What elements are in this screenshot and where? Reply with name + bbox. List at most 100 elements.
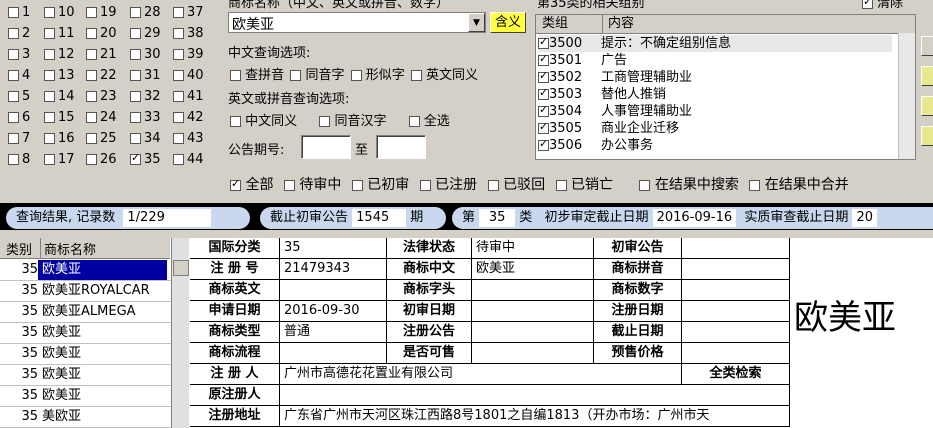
class-checkbox[interactable] bbox=[44, 28, 55, 39]
filter-status-checkbox[interactable] bbox=[351, 179, 363, 191]
class-checkbox-item[interactable]: 24 bbox=[86, 109, 117, 127]
class-checkbox[interactable] bbox=[8, 91, 19, 102]
related-group-checkbox[interactable] bbox=[538, 36, 549, 49]
full-search-button[interactable]: 全类检索 bbox=[682, 364, 790, 385]
class-checkbox-item[interactable]: 43 bbox=[173, 130, 204, 148]
clear-checkbox[interactable] bbox=[862, 0, 873, 9]
class-checkbox[interactable] bbox=[173, 154, 184, 165]
class-checkbox-item[interactable]: 25 bbox=[86, 130, 117, 148]
class-checkbox[interactable] bbox=[44, 7, 55, 18]
class-checkbox[interactable] bbox=[173, 70, 184, 81]
class-checkbox[interactable] bbox=[130, 28, 141, 39]
class-checkbox[interactable] bbox=[44, 112, 55, 123]
class-checkbox[interactable] bbox=[8, 154, 19, 165]
side-button[interactable] bbox=[921, 126, 933, 146]
class-checkbox-item[interactable]: 4 bbox=[8, 67, 30, 85]
cn-option-checkbox[interactable] bbox=[350, 70, 362, 81]
class-checkbox[interactable] bbox=[44, 91, 55, 102]
filter-status-checkbox[interactable] bbox=[487, 179, 499, 191]
class-checkbox[interactable] bbox=[44, 49, 55, 60]
related-group-row[interactable]: 3506 办公事务 bbox=[538, 137, 892, 154]
related-group-checkbox[interactable] bbox=[538, 138, 549, 151]
class-checkbox-item[interactable]: 21 bbox=[86, 46, 117, 64]
related-group-row[interactable]: 3504 人事管理辅助业 bbox=[538, 103, 892, 120]
class-checkbox-item[interactable]: 15 bbox=[44, 109, 75, 127]
class-checkbox[interactable] bbox=[173, 91, 184, 102]
related-group-checkbox[interactable] bbox=[538, 53, 549, 66]
class-checkbox[interactable] bbox=[8, 70, 19, 81]
filter-status-checkbox[interactable] bbox=[555, 179, 567, 191]
merge-in-results-checkbox[interactable] bbox=[749, 179, 761, 191]
class-checkbox[interactable] bbox=[130, 7, 141, 18]
result-row[interactable]: 35 欧美亚 bbox=[0, 344, 171, 365]
class-checkbox[interactable] bbox=[130, 70, 141, 81]
class-checkbox-item[interactable]: 11 bbox=[44, 25, 75, 43]
class-checkbox[interactable] bbox=[8, 28, 19, 39]
result-row[interactable]: 35 欧美亚 bbox=[0, 323, 171, 344]
cn-option-checkbox[interactable] bbox=[290, 70, 302, 81]
issue-to-input[interactable] bbox=[376, 135, 426, 159]
class-checkbox[interactable] bbox=[86, 70, 97, 81]
class-checkbox-item[interactable]: 16 bbox=[44, 130, 75, 148]
class-checkbox-item[interactable]: 30 bbox=[130, 46, 161, 64]
class-checkbox-item[interactable]: 32 bbox=[130, 88, 161, 106]
class-checkbox[interactable] bbox=[86, 49, 97, 60]
result-row[interactable]: 35 欧美亚 bbox=[0, 260, 171, 281]
related-group-row[interactable]: 3502 工商管理辅助业 bbox=[538, 69, 892, 86]
class-checkbox[interactable] bbox=[130, 49, 141, 60]
class-checkbox[interactable] bbox=[173, 49, 184, 60]
filter-status-checkbox[interactable] bbox=[419, 179, 431, 191]
class-checkbox-item[interactable]: 12 bbox=[44, 46, 75, 64]
class-checkbox-item[interactable]: 41 bbox=[173, 88, 204, 106]
class-checkbox[interactable] bbox=[86, 91, 97, 102]
class-checkbox-item[interactable]: 1 bbox=[8, 4, 30, 22]
class-checkbox-item[interactable]: 28 bbox=[130, 4, 161, 22]
related-group-row[interactable]: 3503 替他人推销 bbox=[538, 86, 892, 103]
filter-all-checkbox[interactable] bbox=[230, 178, 241, 191]
class-checkbox-item[interactable]: 13 bbox=[44, 67, 75, 85]
chevron-down-icon[interactable]: ▼ bbox=[468, 13, 485, 32]
class-checkbox[interactable] bbox=[130, 91, 141, 102]
related-scrollbar[interactable] bbox=[898, 33, 915, 159]
class-checkbox-item[interactable]: 23 bbox=[86, 88, 117, 106]
class-checkbox[interactable] bbox=[86, 28, 97, 39]
class-checkbox-item[interactable]: 42 bbox=[173, 109, 204, 127]
class-checkbox[interactable] bbox=[44, 70, 55, 81]
class-checkbox-item[interactable]: 38 bbox=[173, 25, 204, 43]
filter-status-checkbox[interactable] bbox=[283, 179, 295, 191]
class-checkbox-item[interactable]: 22 bbox=[86, 67, 117, 85]
class-checkbox[interactable] bbox=[8, 49, 19, 60]
related-group-row[interactable]: 3505 商业企业迁移 bbox=[538, 120, 892, 137]
class-checkbox-item[interactable]: 6 bbox=[8, 109, 30, 127]
related-group-checkbox[interactable] bbox=[538, 70, 549, 83]
result-row[interactable]: 35 欧美亚ALMEGA bbox=[0, 302, 171, 323]
class-checkbox[interactable] bbox=[86, 112, 97, 123]
en-option-checkbox[interactable] bbox=[230, 116, 241, 127]
side-button[interactable] bbox=[921, 96, 933, 116]
class-checkbox[interactable] bbox=[86, 7, 97, 18]
class-checkbox[interactable] bbox=[8, 112, 19, 123]
related-group-checkbox[interactable] bbox=[538, 87, 549, 100]
en-option-checkbox[interactable] bbox=[408, 116, 420, 127]
class-checkbox-item[interactable]: 14 bbox=[44, 88, 75, 106]
side-button[interactable] bbox=[921, 66, 933, 86]
result-row[interactable]: 35 欧美亚 bbox=[0, 386, 171, 407]
related-group-checkbox[interactable] bbox=[538, 121, 549, 134]
class-checkbox[interactable] bbox=[173, 28, 184, 39]
result-row[interactable]: 35 欧美亚 bbox=[0, 365, 171, 386]
class-checkbox-item[interactable]: 31 bbox=[130, 67, 161, 85]
class-checkbox[interactable] bbox=[8, 133, 19, 144]
class-checkbox[interactable] bbox=[173, 7, 184, 18]
search-in-results-checkbox[interactable] bbox=[639, 179, 651, 191]
en-option-checkbox[interactable] bbox=[319, 116, 331, 127]
class-checkbox[interactable] bbox=[44, 154, 55, 165]
cn-option-checkbox[interactable] bbox=[410, 70, 422, 81]
class-checkbox-item[interactable]: 3 bbox=[8, 46, 30, 64]
related-group-row[interactable]: 3500 提示：不确定组别信息 bbox=[538, 35, 892, 52]
class-checkbox-item[interactable]: 5 bbox=[8, 88, 30, 106]
result-row[interactable]: 35 欧美亚ROYALCAR bbox=[0, 281, 171, 302]
cn-option-checkbox[interactable] bbox=[230, 70, 241, 81]
class-checkbox[interactable] bbox=[173, 133, 184, 144]
class-checkbox-item[interactable]: 33 bbox=[130, 109, 161, 127]
class-checkbox-item[interactable]: 40 bbox=[173, 67, 204, 85]
